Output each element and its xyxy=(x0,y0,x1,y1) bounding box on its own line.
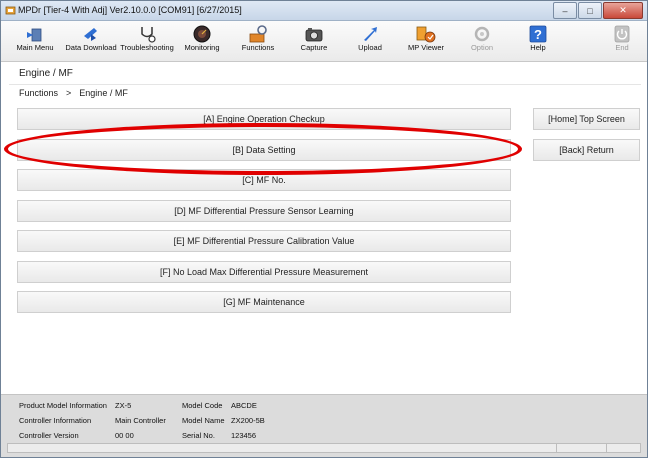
mf-no-button[interactable]: [C] MF No. xyxy=(17,169,511,191)
maximize-button[interactable]: □ xyxy=(578,2,602,19)
model-code-label: Model Code xyxy=(182,401,223,410)
controller-info-label: Controller Information xyxy=(19,416,92,425)
toolbar-main-menu-button[interactable]: Main Menu xyxy=(7,21,63,61)
toolbar-troubleshooting-button[interactable]: Troubleshooting xyxy=(119,21,175,61)
home-top-screen-button[interactable]: [Home] Top Screen xyxy=(533,108,640,130)
toolbar-label: Data Download xyxy=(65,43,117,52)
product-model-value: ZX-5 xyxy=(115,401,132,410)
main-menu-icon xyxy=(27,28,42,42)
toolbar-option-button[interactable]: Option xyxy=(454,21,510,61)
status-bar-divider xyxy=(606,444,607,452)
toolbar-label: MP Viewer xyxy=(408,43,444,52)
mf-maintenance-button[interactable]: [G] MF Maintenance xyxy=(17,291,511,313)
toolbar-functions-button[interactable]: Functions xyxy=(230,21,286,61)
toolbar-upload-button[interactable]: Upload xyxy=(342,21,398,61)
svg-text:?: ? xyxy=(534,27,542,42)
main-content: Engine / MF Functions > Engine / MF [A] En… xyxy=(1,62,647,394)
info-panel: Product Model Information ZX-5 Model Cod… xyxy=(1,394,647,457)
app-icon xyxy=(5,6,16,15)
toolbar-label: Option xyxy=(470,43,494,52)
toolbar-label: Monitoring xyxy=(184,43,220,52)
mf-dp-calibration-value-button[interactable]: [E] MF Differential Pressure Calibration… xyxy=(17,230,511,252)
model-code-value: ABCDE xyxy=(231,401,257,410)
help-icon: ? xyxy=(529,25,547,43)
model-name-value: ZX200-5B xyxy=(231,416,265,425)
toolbar: Main Menu Data Download Troubleshooting … xyxy=(1,21,647,62)
toolbar-label: Main Menu xyxy=(16,43,54,52)
breadcrumb-item: Engine / MF xyxy=(79,88,128,98)
no-load-max-dp-measurement-button[interactable]: [F] No Load Max Differential Pressure Me… xyxy=(17,261,511,283)
toolbar-label: End xyxy=(615,43,629,52)
toolbar-label: Troubleshooting xyxy=(120,43,174,52)
toolbar-help-button[interactable]: ? Help xyxy=(510,21,566,61)
app-window: MPDr [Tier-4 With Adj] Ver2.10.0.0 [COM9… xyxy=(0,0,648,458)
option-icon xyxy=(474,26,490,42)
toolbar-end-button[interactable]: End xyxy=(594,21,647,61)
status-bar xyxy=(7,443,641,453)
title-bar: MPDr [Tier-4 With Adj] Ver2.10.0.0 [COM9… xyxy=(1,1,647,21)
toolbar-label: Functions xyxy=(241,43,275,52)
minimize-icon: – xyxy=(562,5,568,16)
window-title: MPDr [Tier-4 With Adj] Ver2.10.0.0 [COM9… xyxy=(18,5,242,15)
breadcrumb: Functions > Engine / MF xyxy=(19,88,136,98)
page-title: Engine / MF xyxy=(19,68,73,79)
toolbar-label: Capture xyxy=(300,43,328,52)
serial-value: 123456 xyxy=(231,431,257,440)
engine-operation-checkup-button[interactable]: [A] Engine Operation Checkup xyxy=(17,108,511,130)
end-icon xyxy=(614,25,630,43)
minimize-button[interactable]: – xyxy=(553,2,577,19)
product-model-label: Product Model Information xyxy=(19,401,107,410)
serial-label: Serial No. xyxy=(182,431,215,440)
status-bar-divider xyxy=(556,444,557,452)
capture-icon xyxy=(305,28,323,42)
close-icon: ✕ xyxy=(619,5,627,15)
breadcrumb-item[interactable]: Functions xyxy=(19,88,58,98)
toolbar-mp-viewer-button[interactable]: MP Viewer xyxy=(398,21,454,61)
data-setting-button[interactable]: [B] Data Setting xyxy=(17,139,511,161)
controller-version-value: 00 00 xyxy=(115,431,134,440)
toolbar-capture-button[interactable]: Capture xyxy=(286,21,342,61)
mp-viewer-icon xyxy=(416,26,436,43)
toolbar-data-download-button[interactable]: Data Download xyxy=(63,21,119,61)
troubleshooting-icon xyxy=(141,27,156,43)
toolbar-monitoring-button[interactable]: Monitoring xyxy=(174,21,230,61)
back-return-button[interactable]: [Back] Return xyxy=(533,139,640,161)
mf-dp-sensor-learning-button[interactable]: [D] MF Differential Pressure Sensor Lear… xyxy=(17,200,511,222)
controller-version-label: Controller Version xyxy=(19,431,79,440)
data-download-icon xyxy=(84,28,97,41)
breadcrumb-separator: > xyxy=(66,88,72,98)
functions-icon xyxy=(249,25,267,43)
title-divider xyxy=(9,84,641,85)
close-button[interactable]: ✕ xyxy=(603,2,643,19)
maximize-icon: □ xyxy=(587,5,593,16)
model-name-label: Model Name xyxy=(182,416,225,425)
upload-icon xyxy=(364,27,377,41)
controller-info-value: Main Controller xyxy=(115,416,166,425)
toolbar-label: Help xyxy=(530,43,546,52)
toolbar-label: Upload xyxy=(358,43,382,52)
monitoring-icon xyxy=(193,25,211,43)
